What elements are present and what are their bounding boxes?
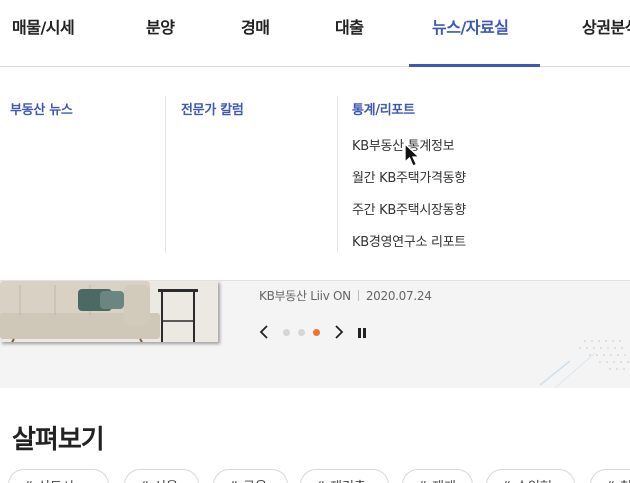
tag-chip[interactable]: # 금융: [213, 469, 288, 483]
slider-dot[interactable]: [298, 329, 305, 336]
pause-bar: [358, 328, 361, 338]
news-dropdown-menu: 부동산 뉴스 전문가 칼럼 통계/리포트 KB부동산 통계정보 월간 KB주택가…: [0, 68, 630, 281]
sofa-picture: [0, 281, 218, 342]
banner-thumbnail-image[interactable]: [0, 281, 218, 342]
menu-column-news[interactable]: 부동산 뉴스: [10, 99, 73, 118]
slider-prev-icon[interactable]: [258, 324, 270, 340]
menu-item-research-report[interactable]: KB경영연구소 리포트: [352, 231, 466, 250]
nav-item-auction[interactable]: 경매: [241, 14, 270, 38]
banner-date: 2020.07.24: [365, 289, 432, 303]
menu-column-column[interactable]: 전문가 칼럼: [181, 99, 244, 118]
nav-item-loan[interactable]: 대출: [335, 14, 364, 38]
tag-chip[interactable]: # 수익형: [486, 469, 575, 483]
column-divider: [337, 96, 338, 253]
nav-item-listings[interactable]: 매물/시세: [12, 14, 75, 38]
slider-pause-icon[interactable]: [357, 328, 367, 338]
menu-column-stats[interactable]: 통계/리포트: [352, 99, 415, 118]
slider-dot[interactable]: [313, 329, 320, 336]
slider-next-icon[interactable]: [333, 324, 345, 340]
menu-item-weekly-market[interactable]: 주간 KB주택시장동향: [352, 199, 466, 218]
banner-meta: KB부동산 Liiv ON 2020.07.24: [259, 287, 432, 304]
nav-active-indicator: [409, 64, 540, 67]
tag-chip[interactable]: # 재개: [402, 469, 473, 483]
tag-chip[interactable]: # 신도시: [8, 469, 109, 483]
nav-item-presale[interactable]: 분양: [146, 14, 175, 38]
tag-chip[interactable]: # 서울: [124, 469, 199, 483]
tag-chip[interactable]: # 재건축: [300, 469, 389, 483]
nav-item-commercial[interactable]: 상권분석: [582, 14, 630, 38]
menu-item-monthly-price[interactable]: 월간 KB주택가격동향: [352, 167, 466, 186]
pause-bar: [363, 328, 366, 338]
explore-title: 살펴보기: [12, 425, 105, 455]
banner-source: KB부동산 Liiv ON: [259, 289, 351, 303]
top-navigation: 매물/시세 분양 경매 대출 뉴스/자료실 상권분석: [0, 0, 630, 67]
meta-divider: [357, 290, 359, 301]
nav-item-news[interactable]: 뉴스/자료실: [432, 14, 509, 38]
mouse-cursor-icon: [404, 143, 421, 167]
tag-chip[interactable]: # 청약: [590, 469, 630, 483]
slider-dot[interactable]: [283, 329, 290, 336]
column-divider: [165, 96, 166, 253]
